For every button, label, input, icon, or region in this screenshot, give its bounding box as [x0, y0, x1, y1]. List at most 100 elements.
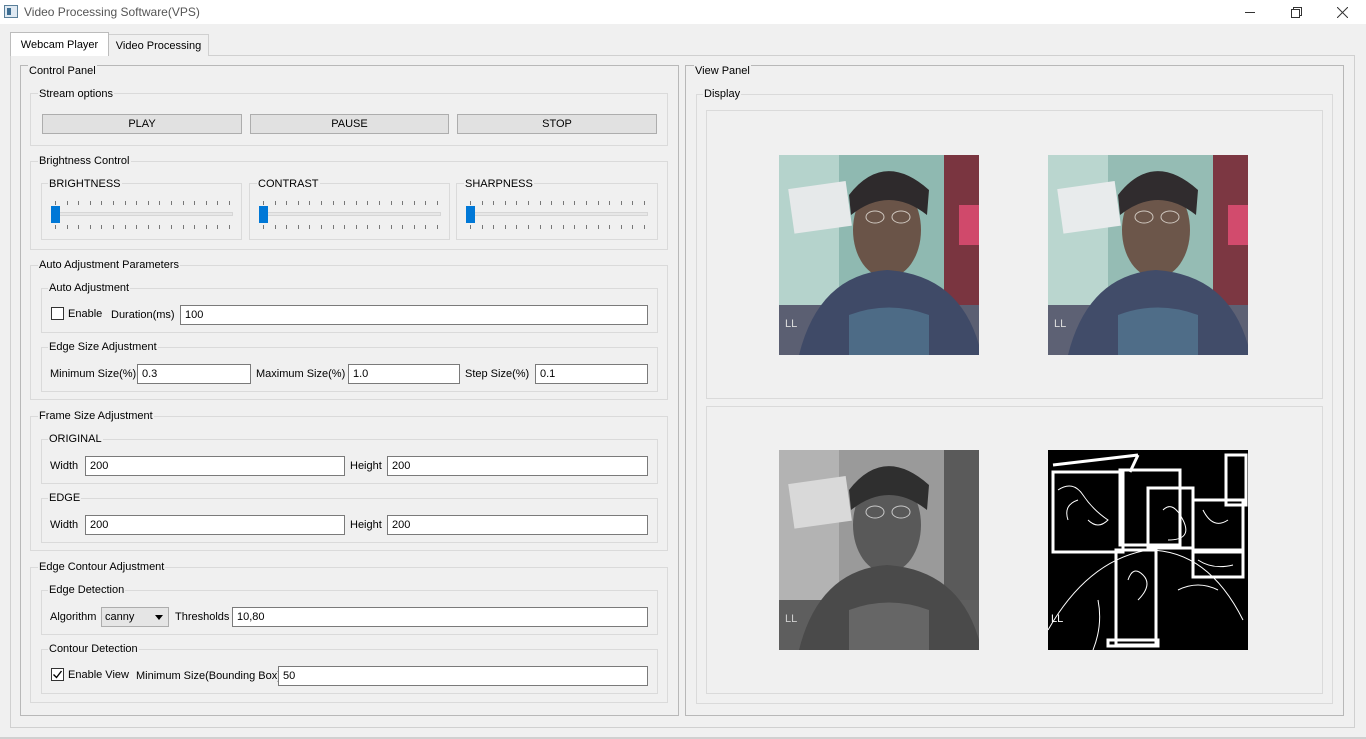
duration-input[interactable]: 100 [180, 305, 648, 325]
brightness-tick [136, 225, 138, 229]
brightness-slider-handle[interactable] [51, 206, 60, 223]
control-panel-title: Control Panel [28, 65, 97, 78]
algorithm-select-value: canny [105, 611, 135, 623]
adjusted-frame-image: LL [1048, 155, 1248, 355]
enable-checkbox[interactable] [51, 307, 64, 320]
sharpness-tick [493, 201, 495, 205]
title-bar: Video Processing Software(VPS) [0, 0, 1366, 24]
edge-width-input[interactable]: 200 [85, 515, 345, 535]
edge-height-input[interactable]: 200 [387, 515, 648, 535]
sharpness-tick [470, 225, 471, 229]
sharpness-tick [504, 201, 506, 205]
contrast-tick [379, 225, 380, 229]
edge-size-adjustment-title: Edge Size Adjustment [48, 341, 158, 354]
brightness-tick [55, 225, 56, 229]
brightness-tick [66, 201, 68, 205]
contrast-tick [286, 225, 288, 229]
restore-icon[interactable] [1273, 0, 1319, 24]
display-title: Display [703, 88, 742, 101]
original-size-title: ORIGINAL [48, 433, 103, 446]
stop-button[interactable]: STOP [457, 114, 657, 134]
brightness-tick [89, 225, 91, 229]
contrast-tick [355, 225, 357, 229]
sharpness-tick [481, 201, 483, 205]
contour-detection-title: Contour Detection [48, 643, 139, 656]
contrast-tick [274, 201, 276, 205]
minimum-size-label: Minimum Size(%) [50, 368, 137, 380]
tab-webcam-player[interactable]: Webcam Player [10, 32, 109, 56]
sharpness-tick [632, 201, 634, 205]
contrast-slider-handle[interactable] [259, 206, 268, 223]
pause-button[interactable]: PAUSE [250, 114, 449, 134]
brightness-tick [194, 225, 196, 229]
original-height-input[interactable]: 200 [387, 456, 648, 476]
enable-label: Enable [68, 308, 103, 320]
contrast-tick [425, 201, 427, 205]
brightness-tick [159, 225, 161, 229]
sharpness-tick [632, 225, 634, 229]
minimum-bounding-box-label: Minimum Size(Bounding Box) [136, 670, 281, 682]
contrast-tick [355, 201, 357, 205]
brightness-tick [89, 201, 91, 205]
brightness-slider[interactable] [51, 201, 233, 231]
sharpness-tick [470, 201, 471, 205]
edge-contour-adjustment-title: Edge Contour Adjustment [38, 561, 166, 574]
brightness-tick [194, 201, 196, 205]
contrast-tick [425, 225, 427, 229]
brightness-tick [124, 201, 126, 205]
brightness-tick [217, 225, 219, 229]
algorithm-select[interactable]: canny [101, 607, 169, 627]
sharpness-tick [574, 225, 576, 229]
sharpness-slider-handle[interactable] [466, 206, 475, 223]
sharpness-tick [586, 201, 587, 205]
brightness-tick [101, 201, 103, 205]
contrast-label: CONTRAST [257, 178, 320, 191]
contrast-tick [297, 201, 299, 205]
maximum-size-input[interactable]: 1.0 [348, 364, 460, 384]
sharpness-tick [644, 225, 645, 229]
sharpness-tick [551, 225, 553, 229]
contrast-tick [321, 201, 322, 205]
brightness-tick [113, 201, 114, 205]
play-button[interactable]: PLAY [42, 114, 242, 134]
brightness-tick [205, 201, 207, 205]
sharpness-tick [481, 225, 483, 229]
original-width-input[interactable]: 200 [85, 456, 345, 476]
sharpness-tick [539, 225, 541, 229]
contrast-tick [390, 201, 392, 205]
thresholds-input[interactable]: 10,80 [232, 607, 648, 627]
minimum-size-input[interactable]: 0.3 [137, 364, 251, 384]
algorithm-label: Algorithm [50, 611, 97, 623]
window-title: Video Processing Software(VPS) [24, 5, 200, 19]
brightness-tick [147, 225, 149, 229]
maximum-size-label: Maximum Size(%) [256, 368, 346, 380]
brightness-tick [147, 201, 149, 205]
contrast-tick [437, 201, 438, 205]
tab-video-processing[interactable]: Video Processing [108, 34, 209, 56]
sharpness-tick [586, 225, 587, 229]
minimize-icon[interactable] [1227, 0, 1273, 24]
sharpness-track [466, 212, 648, 216]
brightness-tick [66, 225, 68, 229]
edge-detection-title: Edge Detection [48, 584, 126, 597]
brightness-tick [171, 225, 172, 229]
minimum-bounding-box-input[interactable]: 50 [278, 666, 648, 686]
close-icon[interactable] [1319, 0, 1365, 24]
sharpness-slider[interactable] [466, 201, 648, 231]
enable-view-checkbox[interactable] [51, 668, 64, 681]
sharpness-tick [516, 225, 518, 229]
edge-contour-frame-image: LL [1048, 450, 1248, 650]
sharpness-tick [516, 201, 518, 205]
brightness-tick [124, 225, 126, 229]
contrast-tick [413, 201, 415, 205]
sharpness-tick [609, 225, 611, 229]
app-icon [4, 5, 18, 18]
contrast-slider[interactable] [259, 201, 441, 231]
sharpness-tick [528, 201, 529, 205]
contrast-tick [413, 225, 415, 229]
brightness-tick [113, 225, 114, 229]
brightness-tick [205, 225, 207, 229]
step-size-input[interactable]: 0.1 [535, 364, 648, 384]
original-width-label: Width [50, 460, 79, 472]
brightness-tick [101, 225, 103, 229]
